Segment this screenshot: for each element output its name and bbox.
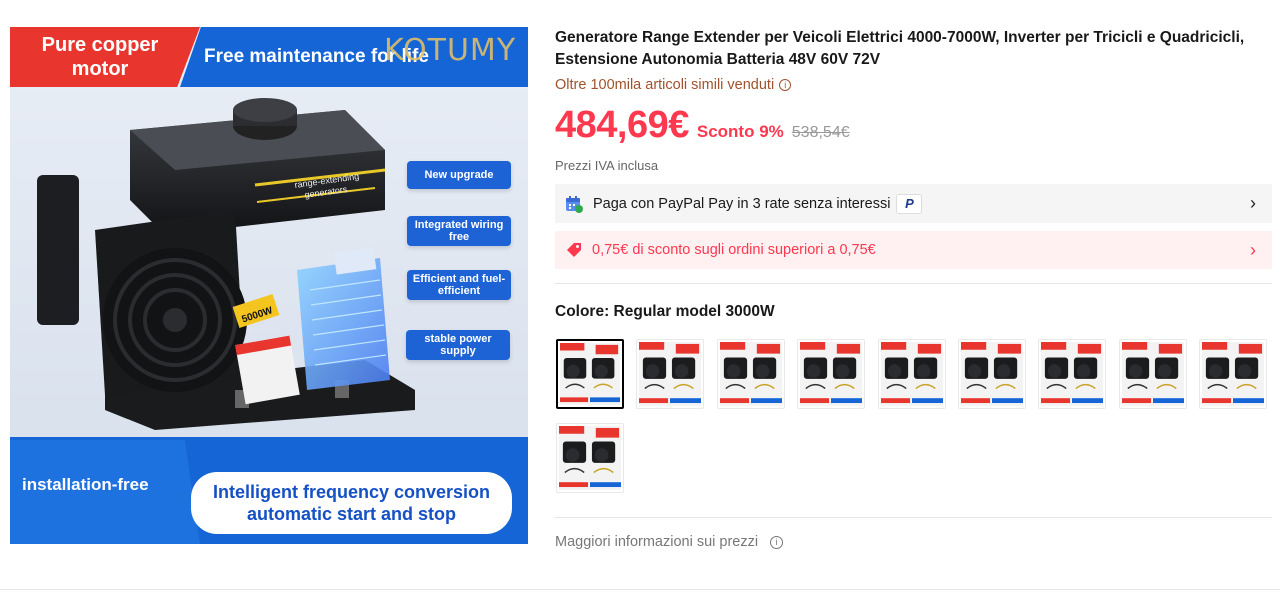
price-row: 484,69€ Sconto 9% 538,54€ bbox=[555, 104, 850, 147]
paypal-text: Paga con PayPal Pay in 3 rate senza inte… bbox=[593, 195, 891, 212]
paypal-logo-icon: P bbox=[896, 193, 923, 214]
sold-count-text: Oltre 100mila articoli simili venduti bbox=[555, 77, 775, 93]
intelligent-frequency-box: Intelligent frequency conversion automat… bbox=[191, 472, 512, 534]
variant-swatch[interactable] bbox=[797, 339, 866, 409]
variant-swatch[interactable] bbox=[556, 339, 624, 409]
product-title: Generatore Range Extender per Veicoli El… bbox=[555, 29, 1245, 68]
variant-swatch[interactable] bbox=[1199, 339, 1268, 409]
chevron-right-icon: › bbox=[1250, 193, 1256, 213]
info-icon[interactable]: i bbox=[779, 79, 792, 91]
feature-integrated-wiring: Integrated wiring free bbox=[407, 216, 511, 246]
info-icon: i bbox=[770, 535, 784, 549]
variant-thumbnail bbox=[1202, 342, 1265, 406]
variant-swatch[interactable] bbox=[716, 339, 785, 409]
variant-thumbnail bbox=[559, 426, 621, 490]
coupon-row[interactable]: 0,75€ di sconto sugli ordini superiori a… bbox=[555, 231, 1272, 269]
variant-thumbnail bbox=[560, 343, 620, 405]
chevron-right-icon: › bbox=[1250, 239, 1256, 260]
divider bbox=[0, 589, 1280, 590]
variant-thumbnail bbox=[880, 342, 943, 406]
variant-swatch[interactable] bbox=[877, 339, 946, 409]
variant-thumbnail bbox=[1121, 342, 1184, 406]
variant-thumbnail bbox=[961, 342, 1023, 406]
calendar-icon bbox=[566, 195, 583, 213]
divider bbox=[555, 517, 1272, 518]
intelligent-frequency-text: Intelligent frequency conversion automat… bbox=[212, 482, 491, 524]
discount-badge: Sconto 9% bbox=[696, 122, 784, 141]
variant-swatch[interactable] bbox=[958, 339, 1026, 409]
variant-label: Colore: Regular model 3000W bbox=[555, 303, 775, 320]
current-price: 484,69€ bbox=[555, 104, 689, 146]
product-main-image[interactable]: Pure copper motor Free maintenance for l… bbox=[10, 27, 528, 544]
variant-thumbnail bbox=[639, 342, 702, 406]
more-price-info-text: Maggiori informazioni sui prezzi bbox=[555, 534, 759, 550]
variant-swatch[interactable] bbox=[556, 423, 624, 493]
vat-note: Prezzi IVA inclusa bbox=[555, 158, 659, 173]
coupon-text: 0,75€ di sconto sugli ordini superiori a… bbox=[592, 242, 876, 258]
feature-new-upgrade: New upgrade bbox=[407, 161, 511, 189]
variant-thumbnail bbox=[719, 342, 782, 406]
tag-icon bbox=[567, 243, 581, 257]
more-price-info[interactable]: Maggiori informazioni sui prezzi i bbox=[555, 534, 784, 550]
original-price: 538,54€ bbox=[791, 124, 850, 141]
variant-swatch[interactable] bbox=[636, 339, 705, 409]
banner-pure-copper: Pure copper motor bbox=[10, 27, 200, 87]
variant-thumbnail bbox=[1041, 342, 1104, 406]
brand-watermark: KOTUMY bbox=[384, 33, 517, 68]
variant-swatch[interactable] bbox=[1038, 339, 1107, 409]
sold-count: Oltre 100mila articoli simili venduti i bbox=[555, 77, 792, 93]
feature-stable-power: stable power supply bbox=[406, 330, 510, 360]
feature-efficient: Efficient and fuel-efficient bbox=[407, 270, 511, 300]
variant-thumbnail bbox=[800, 342, 863, 406]
banner-pure-copper-text: Pure copper motor bbox=[41, 34, 159, 80]
paypal-installments-row[interactable]: Paga con PayPal Pay in 3 rate senza inte… bbox=[555, 184, 1272, 223]
variant-swatch[interactable] bbox=[1118, 339, 1187, 409]
installation-free-text: installation-free bbox=[22, 475, 149, 494]
generator-illustration: range-extending generators 5000W bbox=[37, 98, 415, 430]
divider bbox=[555, 283, 1272, 284]
